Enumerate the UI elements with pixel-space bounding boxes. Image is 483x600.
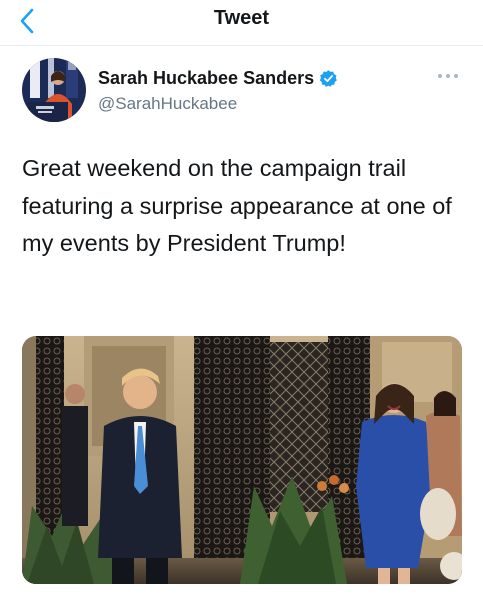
more-options-icon bbox=[438, 74, 458, 78]
avatar[interactable] bbox=[22, 58, 86, 122]
tweet-author: Sarah Huckabee Sanders @SarahHuckabee bbox=[22, 58, 462, 124]
author-handle[interactable]: @SarahHuckabee bbox=[98, 94, 237, 114]
top-bar: Tweet bbox=[0, 0, 483, 46]
page-title: Tweet bbox=[213, 7, 270, 29]
tweet-text: Great weekend on the campaign trail feat… bbox=[22, 155, 452, 256]
tweet-photo[interactable] bbox=[22, 336, 462, 584]
verified-badge-icon bbox=[319, 70, 337, 87]
author-display-name: Sarah Huckabee Sanders bbox=[98, 68, 315, 88]
author-name-row[interactable]: Sarah Huckabee Sanders bbox=[98, 68, 338, 89]
more-options-button[interactable] bbox=[434, 66, 462, 86]
